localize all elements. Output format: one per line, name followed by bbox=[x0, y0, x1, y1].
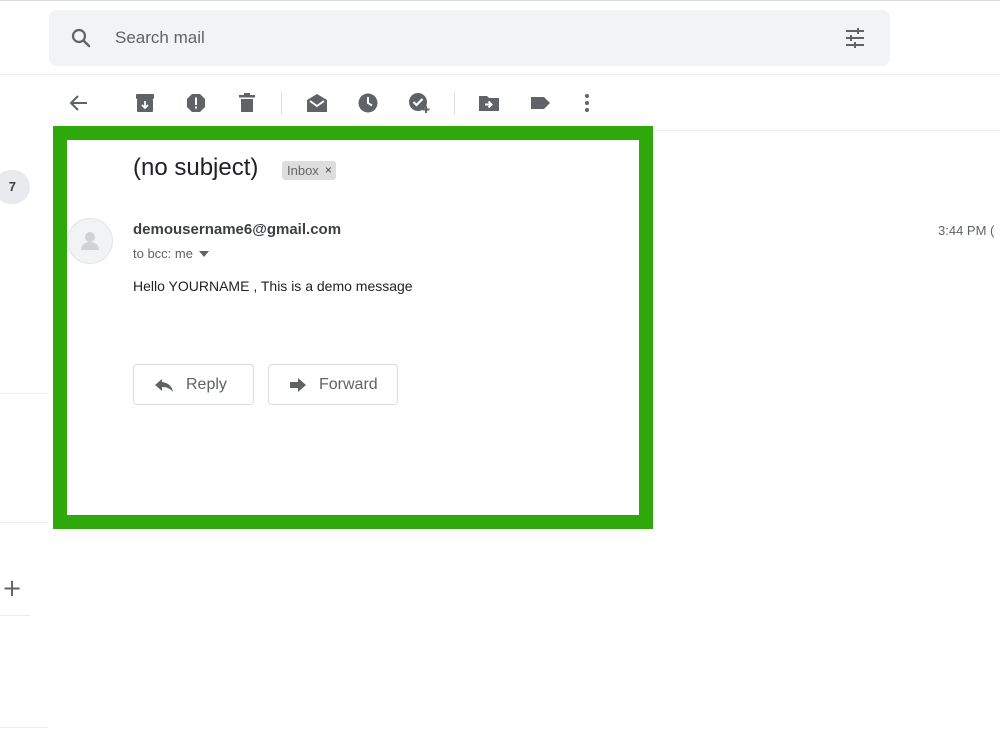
header-divider bbox=[0, 74, 1000, 75]
caret-down-icon[interactable] bbox=[198, 250, 209, 257]
search-input[interactable] bbox=[115, 10, 815, 66]
search-bar[interactable] bbox=[49, 10, 890, 66]
search-icon[interactable] bbox=[69, 26, 93, 50]
avatar[interactable] bbox=[67, 218, 113, 264]
forward-icon bbox=[290, 377, 306, 392]
reply-label: Reply bbox=[186, 375, 227, 393]
more-vert-icon[interactable] bbox=[575, 91, 599, 115]
sender-email[interactable]: demousername6@gmail.com bbox=[133, 221, 341, 238]
person-icon bbox=[81, 232, 99, 250]
add-to-tasks-icon[interactable] bbox=[407, 91, 431, 115]
rail-divider bbox=[0, 615, 30, 616]
labels-icon[interactable] bbox=[528, 91, 552, 115]
highlight-frame bbox=[53, 126, 653, 529]
mark-unread-icon[interactable] bbox=[305, 91, 329, 115]
rail-divider bbox=[0, 522, 48, 523]
forward-button[interactable]: Forward bbox=[268, 364, 398, 405]
snooze-icon[interactable] bbox=[356, 91, 380, 115]
reply-button[interactable]: Reply bbox=[133, 364, 254, 405]
forward-label: Forward bbox=[319, 375, 378, 393]
top-divider bbox=[0, 0, 1000, 1]
delete-icon[interactable] bbox=[235, 91, 259, 115]
tune-icon[interactable] bbox=[843, 26, 867, 50]
recipients-text: to bcc: me bbox=[133, 246, 193, 261]
rail-divider bbox=[0, 727, 48, 728]
inbox-label-chip[interactable]: Inbox × bbox=[282, 161, 336, 180]
recipients-line: to bcc: me bbox=[133, 246, 209, 261]
toolbar-separator bbox=[454, 92, 455, 114]
reply-icon bbox=[155, 378, 173, 392]
email-subject: (no subject) bbox=[133, 154, 259, 181]
remove-label-icon[interactable]: × bbox=[325, 161, 332, 180]
message-timestamp: 3:44 PM ( bbox=[938, 223, 995, 238]
label-chip-text: Inbox bbox=[287, 163, 319, 178]
move-to-icon[interactable] bbox=[477, 91, 501, 115]
report-spam-icon[interactable] bbox=[184, 91, 208, 115]
rail-divider bbox=[0, 393, 48, 394]
message-body: Hello YOURNAME , This is a demo message bbox=[133, 278, 413, 294]
add-label-icon[interactable]: + bbox=[2, 576, 22, 600]
sidebar-count-badge[interactable]: 7 bbox=[0, 170, 30, 204]
toolbar-separator bbox=[281, 92, 282, 114]
archive-icon[interactable] bbox=[133, 91, 157, 115]
back-arrow-icon[interactable] bbox=[67, 91, 91, 115]
